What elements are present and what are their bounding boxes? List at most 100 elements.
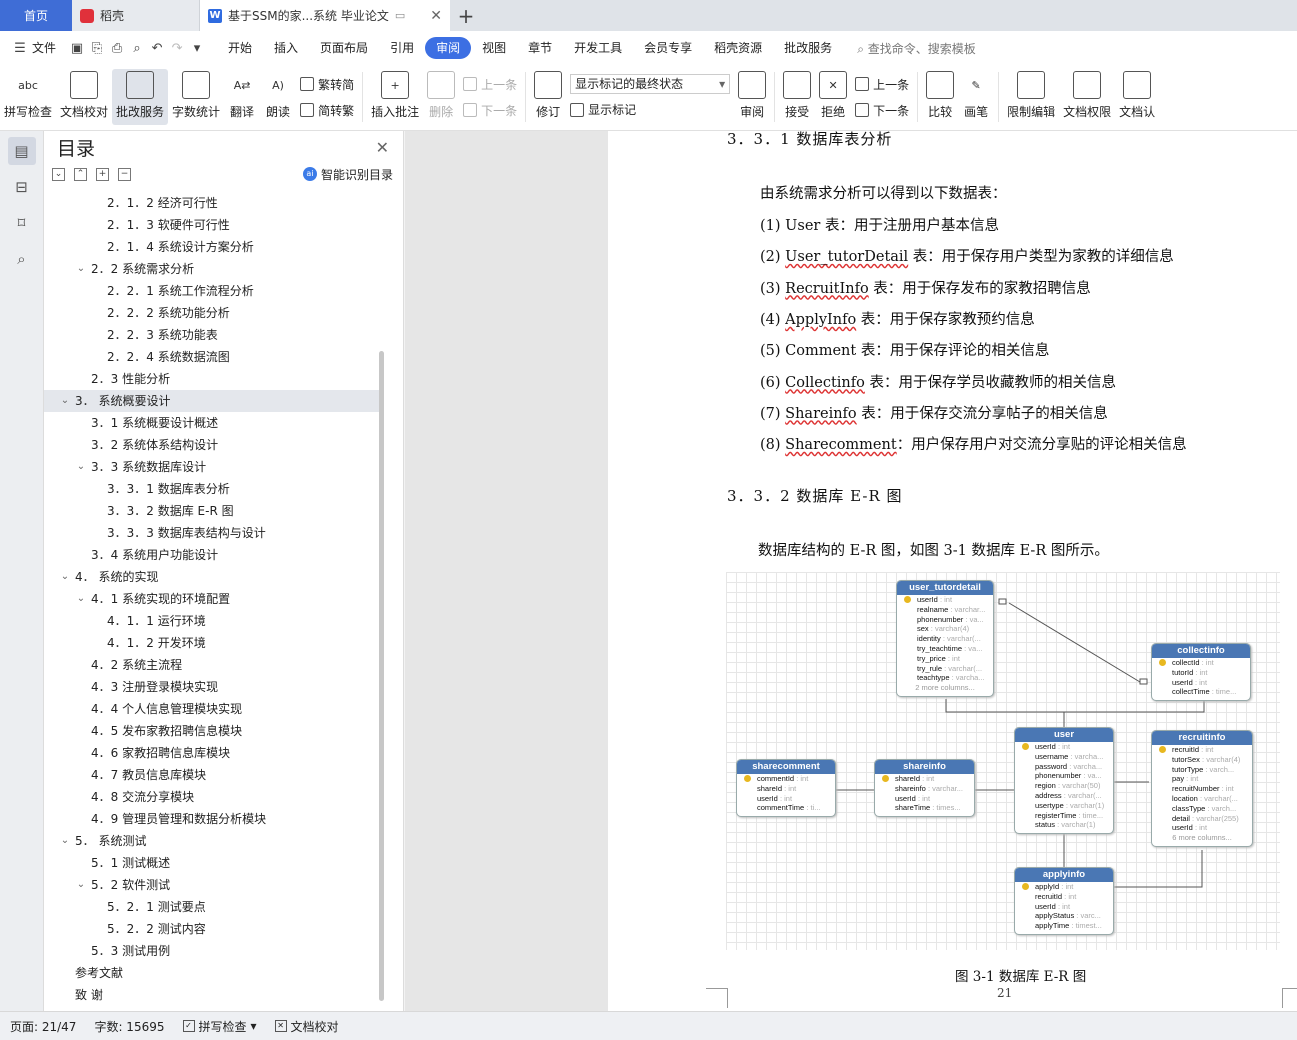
tab-document[interactable]: W 基于SSM的家...系统 毕业论文 ▭ ✕ bbox=[200, 0, 450, 31]
toc-item[interactable]: 3．1 系统概要设计概述 bbox=[44, 412, 379, 434]
track-changes-button[interactable]: 修订 bbox=[530, 69, 566, 125]
find-icon[interactable]: ⌕ bbox=[8, 245, 36, 273]
doc-permission-button[interactable]: 文档权限 bbox=[1059, 69, 1115, 125]
spell-check-status[interactable]: ✓ 拼写检查 ▾ bbox=[182, 1018, 257, 1035]
tab-daoke[interactable]: 稻壳 bbox=[72, 0, 200, 31]
delete-comment-button[interactable]: 删除 bbox=[423, 69, 459, 125]
spell-check-button[interactable]: abc 拼写检查 bbox=[0, 69, 56, 125]
read-aloud-button[interactable]: A) 朗读 bbox=[260, 69, 296, 125]
toc-item[interactable]: 3．3．2 数据库 E-R 图 bbox=[44, 500, 379, 522]
menu-file[interactable]: 文件 bbox=[30, 37, 67, 59]
toc-item[interactable]: 5．1 测试概述 bbox=[44, 852, 379, 874]
undo-icon[interactable]: ↶ bbox=[147, 41, 167, 56]
demote-icon[interactable]: − bbox=[118, 167, 131, 181]
chapter-nav-icon[interactable]: ⊟ bbox=[8, 173, 36, 201]
insert-comment-button[interactable]: + 插入批注 bbox=[367, 69, 423, 125]
toc-item[interactable]: 2．2．1 系统工作流程分析 bbox=[44, 280, 379, 302]
menu-reference[interactable]: 引用 bbox=[379, 37, 425, 59]
next-change-button[interactable]: 下一条 bbox=[855, 99, 909, 121]
doc-auth-button[interactable]: 文档认 bbox=[1115, 69, 1159, 125]
hamburger-icon[interactable]: ☰ bbox=[10, 41, 30, 56]
toc-item[interactable]: ⌄ 4． 系统的实现 bbox=[44, 566, 379, 588]
toc-item[interactable]: 参考文献 bbox=[44, 962, 379, 984]
preview-icon[interactable]: ⌕ bbox=[127, 41, 147, 56]
menu-member[interactable]: 会员专享 bbox=[633, 37, 703, 59]
toc-item[interactable]: 4．6 家教招聘信息库模块 bbox=[44, 742, 379, 764]
menu-layout[interactable]: 页面布局 bbox=[309, 37, 379, 59]
proof-status[interactable]: ✕ 文档校对 bbox=[274, 1018, 339, 1035]
next-comment-button[interactable]: 下一条 bbox=[463, 99, 517, 121]
compare-button[interactable]: 比较 bbox=[922, 69, 958, 125]
pin-icon[interactable]: ▭ bbox=[395, 9, 405, 22]
toc-item[interactable]: 致 谢 bbox=[44, 984, 379, 1006]
toc-item[interactable]: ⌄ 4．1 系统实现的环境配置 bbox=[44, 588, 379, 610]
revise-service-button[interactable]: 批改服务 bbox=[112, 69, 169, 125]
menu-chapter[interactable]: 章节 bbox=[517, 37, 563, 59]
toc-item[interactable]: 5．2．1 测试要点 bbox=[44, 896, 379, 918]
toc-item[interactable]: 2．2．3 系统功能表 bbox=[44, 324, 379, 346]
toc-item[interactable]: 2．2．4 系统数据流图 bbox=[44, 346, 379, 368]
prev-change-button[interactable]: 上一条 bbox=[855, 73, 909, 95]
chevron-down-icon[interactable]: ⌄ bbox=[59, 566, 71, 588]
toc-panel-icon[interactable]: ▤ bbox=[7, 137, 36, 165]
chevron-down-icon[interactable]: ⌄ bbox=[75, 258, 87, 280]
toc-item[interactable]: 4．3 注册登录模块实现 bbox=[44, 676, 379, 698]
toc-item[interactable]: 3．3．1 数据库表分析 bbox=[44, 478, 379, 500]
simp-to-trad-button[interactable]: 简转繁 bbox=[300, 99, 354, 121]
prev-comment-button[interactable]: 上一条 bbox=[463, 73, 517, 95]
redo-icon[interactable]: ↷ bbox=[167, 41, 187, 56]
new-tab-button[interactable]: + bbox=[450, 0, 482, 31]
toc-item[interactable]: ⌄ 5． 系统测试 bbox=[44, 830, 379, 852]
toc-item[interactable]: 4．2 系统主流程 bbox=[44, 654, 379, 676]
menu-start[interactable]: 开始 bbox=[217, 37, 263, 59]
restrict-edit-button[interactable]: 限制编辑 bbox=[1003, 69, 1059, 125]
toc-item[interactable]: ⌄ 3．3 系统数据库设计 bbox=[44, 456, 379, 478]
toc-item[interactable]: 4．1．1 运行环境 bbox=[44, 610, 379, 632]
menu-daoke-resources[interactable]: 稻壳资源 bbox=[703, 37, 773, 59]
menu-devtools[interactable]: 开发工具 bbox=[563, 37, 633, 59]
chevron-down-icon[interactable]: ⌄ bbox=[59, 830, 71, 852]
tab-home[interactable]: 首页 bbox=[0, 0, 72, 31]
bookmark-icon[interactable]: ⌑ bbox=[8, 209, 36, 237]
chevron-down-icon[interactable]: ⌄ bbox=[75, 456, 87, 478]
toc-item[interactable]: 4．7 教员信息库模块 bbox=[44, 764, 379, 786]
markup-state-select[interactable]: 显示标记的最终状态 bbox=[570, 73, 731, 94]
toc-item[interactable]: 4．8 交流分享模块 bbox=[44, 786, 379, 808]
toc-item[interactable]: 2．1．2 经济可行性 bbox=[44, 192, 379, 214]
toc-item[interactable]: 2．1．3 软硬件可行性 bbox=[44, 214, 379, 236]
expand-all-icon[interactable]: ⌃ bbox=[74, 167, 87, 181]
customize-chevron-icon[interactable]: ▾ bbox=[187, 41, 207, 56]
word-count-button[interactable]: 字数统计 bbox=[168, 69, 224, 125]
command-search[interactable]: ⌕ 查找命令、搜索模板 bbox=[857, 40, 976, 57]
show-markup-button[interactable]: 显示标记 bbox=[570, 99, 730, 121]
close-tab-icon[interactable]: ✕ bbox=[430, 8, 442, 24]
toc-item[interactable]: 3．3．3 数据库表结构与设计 bbox=[44, 522, 379, 544]
collapse-all-icon[interactable]: ⌄ bbox=[52, 167, 65, 181]
toc-item[interactable]: 5．2．2 测试内容 bbox=[44, 918, 379, 940]
toc-item[interactable]: 3．2 系统体系结构设计 bbox=[44, 434, 379, 456]
close-icon[interactable]: ✕ bbox=[376, 138, 389, 157]
toc-item[interactable]: ⌄ 5．2 软件测试 bbox=[44, 874, 379, 896]
chevron-down-icon[interactable]: ⌄ bbox=[75, 874, 87, 896]
toc-item[interactable]: 2．1．4 系统设计方案分析 bbox=[44, 236, 379, 258]
print-icon[interactable]: ⎙ bbox=[107, 41, 127, 56]
doc-proof-button[interactable]: 文档校对 bbox=[56, 69, 112, 125]
page-indicator[interactable]: 页面: 21/47 bbox=[10, 1018, 76, 1035]
toc-scrollbar[interactable] bbox=[379, 351, 384, 1001]
toc-item[interactable]: 4．9 管理员管理和数据分析模块 bbox=[44, 808, 379, 830]
menu-insert[interactable]: 插入 bbox=[263, 37, 309, 59]
word-count-indicator[interactable]: 字数: 15695 bbox=[94, 1018, 164, 1035]
export-pdf-icon[interactable]: ⎘ bbox=[87, 41, 107, 56]
toc-item[interactable]: 5．3 测试用例 bbox=[44, 940, 379, 962]
pen-button[interactable]: ✎ 画笔 bbox=[958, 69, 994, 125]
toc-item[interactable]: 2．3 性能分析 bbox=[44, 368, 379, 390]
toc-item[interactable]: 4．4 个人信息管理模块实现 bbox=[44, 698, 379, 720]
menu-view[interactable]: 视图 bbox=[471, 37, 517, 59]
menu-review[interactable]: 审阅 bbox=[425, 37, 472, 59]
toc-item[interactable]: ⌄ 3． 系统概要设计 bbox=[44, 390, 379, 412]
trad-to-simp-button[interactable]: 繁转简 bbox=[300, 73, 354, 95]
review-pane-button[interactable]: 审阅 bbox=[734, 69, 770, 125]
toc-item[interactable]: 4．5 发布家教招聘信息模块 bbox=[44, 720, 379, 742]
toc-item[interactable]: ⌄ 2．2 系统需求分析 bbox=[44, 258, 379, 280]
menu-revise-service[interactable]: 批改服务 bbox=[773, 37, 843, 59]
